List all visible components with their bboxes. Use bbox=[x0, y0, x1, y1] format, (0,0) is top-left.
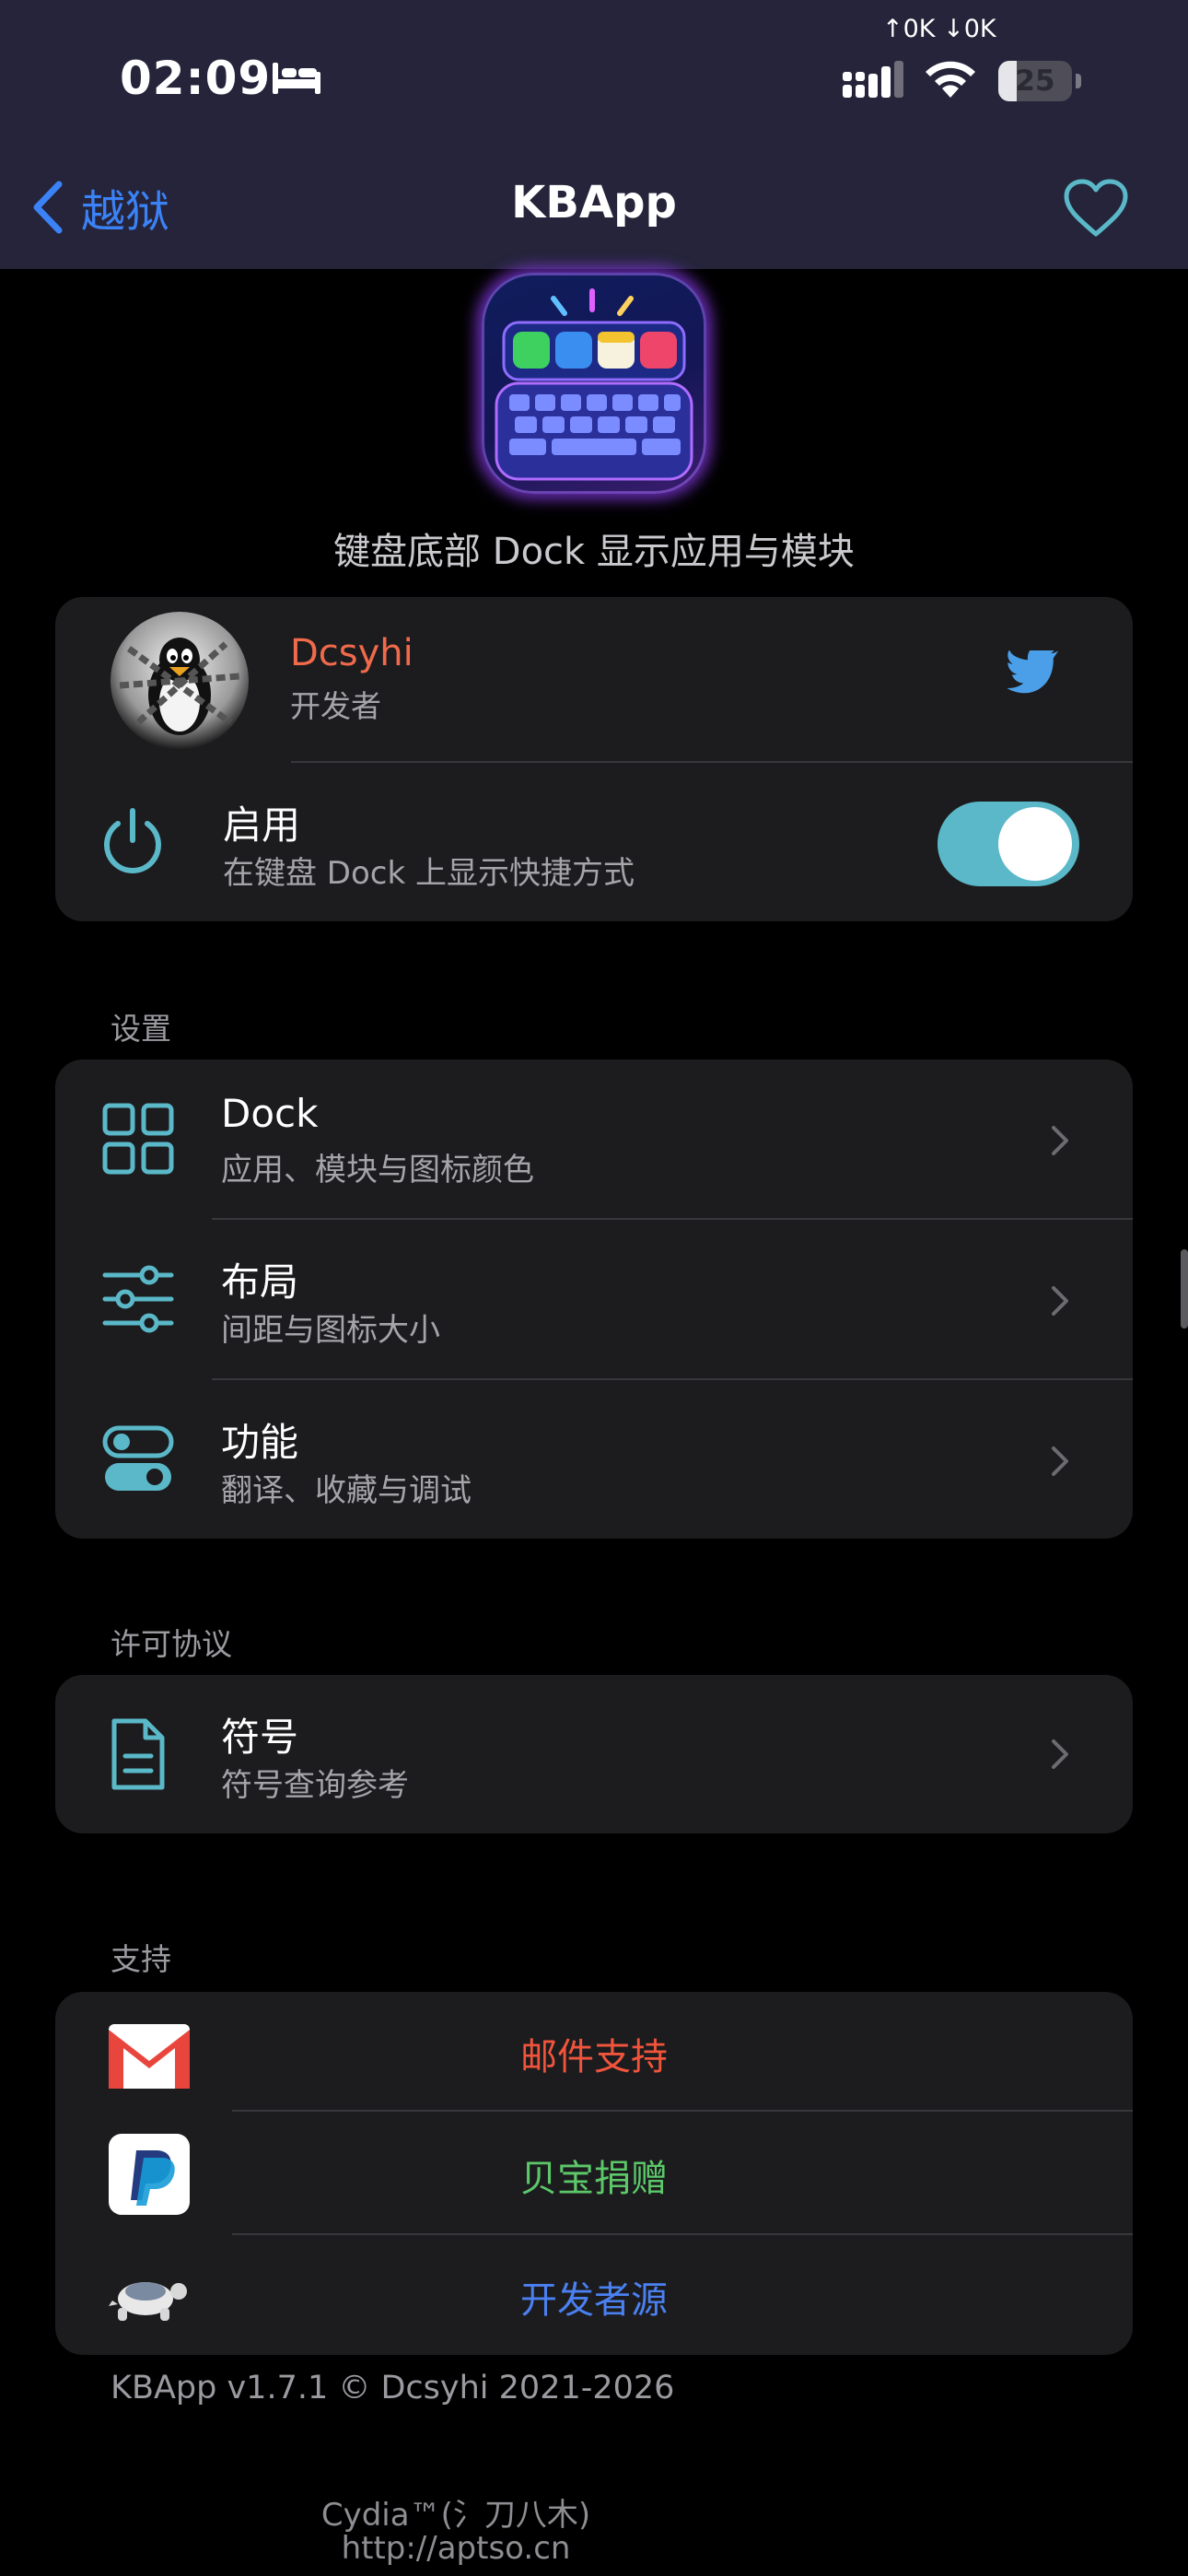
app-icon bbox=[482, 273, 706, 494]
divider bbox=[291, 761, 1133, 763]
battery-icon: 25 bbox=[998, 61, 1083, 101]
watermark-line2: http://aptso.cn bbox=[341, 2530, 571, 2567]
app-tagline: 键盘底部 Dock 显示应用与模块 bbox=[333, 531, 855, 573]
battery-percent: 25 bbox=[1015, 64, 1055, 98]
settings-row-features[interactable]: 功能 翻译、收藏与调试 bbox=[55, 1380, 1133, 1539]
penguin-avatar-icon bbox=[111, 612, 249, 750]
row-title: 功能 bbox=[221, 1420, 299, 1465]
heart-icon[interactable] bbox=[1063, 179, 1129, 238]
settings-section-header: 设置 bbox=[111, 1011, 171, 1047]
developer-name[interactable]: Dcsyhi bbox=[290, 632, 413, 674]
chevron-right-icon bbox=[1052, 1286, 1068, 1316]
wifi-icon bbox=[926, 61, 975, 98]
status-time: 02:09 bbox=[120, 52, 272, 105]
settings-row-layout[interactable]: 布局 间距与图标大小 bbox=[55, 1220, 1133, 1380]
chevron-right-icon bbox=[1052, 1446, 1068, 1476]
enable-title: 启用 bbox=[223, 802, 301, 848]
toggle-knob bbox=[998, 807, 1072, 881]
settings-row-dock[interactable]: Dock 应用、模块与图标颜色 bbox=[55, 1060, 1133, 1220]
enable-subtitle: 在键盘 Dock 上显示快捷方式 bbox=[223, 855, 635, 892]
developer-role: 开发者 bbox=[290, 688, 381, 724]
license-card: 符号 符号查询参考 bbox=[55, 1675, 1133, 1833]
row-title: 符号 bbox=[221, 1715, 299, 1760]
row-subtitle: 翻译、收藏与调试 bbox=[221, 1472, 472, 1509]
enable-toggle[interactable] bbox=[938, 802, 1079, 886]
support-section-header: 支持 bbox=[111, 1941, 171, 1977]
avatar bbox=[111, 612, 249, 750]
license-section-header: 许可协议 bbox=[111, 1626, 232, 1662]
network-speed: ↑0K ↓0K bbox=[882, 15, 996, 43]
cellular-signal-icon bbox=[843, 61, 903, 98]
row-subtitle: 间距与图标大小 bbox=[221, 1312, 440, 1349]
toggles-icon bbox=[102, 1425, 174, 1491]
support-row-repo[interactable]: 开发者源 bbox=[55, 2235, 1133, 2355]
copyright-footer: KBApp v1.7.1 © Dcsyhi 2021-2026 bbox=[111, 2370, 675, 2406]
power-icon bbox=[104, 808, 161, 873]
support-row-paypal[interactable]: 贝宝捐赠 bbox=[55, 2112, 1133, 2233]
support-card: 邮件支持 贝宝捐赠 开发者源 bbox=[55, 1992, 1133, 2355]
battery-nub bbox=[1076, 74, 1081, 88]
watermark-line1: Cydia™(氵刀八木) bbox=[320, 2497, 591, 2534]
row-subtitle: 符号查询参考 bbox=[221, 1767, 409, 1804]
keyboard-dock-icon bbox=[495, 288, 693, 481]
license-row-symbols[interactable]: 符号 符号查询参考 bbox=[55, 1675, 1133, 1833]
row-title: Dock bbox=[221, 1091, 319, 1136]
page-title: KBApp bbox=[511, 177, 677, 228]
support-label: 贝宝捐赠 bbox=[520, 2158, 668, 2200]
bed-icon bbox=[273, 63, 320, 94]
settings-card: Dock 应用、模块与图标颜色 布局 间距与图标大小 功能 翻译、收藏与调试 bbox=[55, 1060, 1133, 1539]
row-title: 布局 bbox=[221, 1259, 299, 1305]
support-label: 邮件支持 bbox=[520, 2036, 668, 2078]
support-row-mail[interactable]: 邮件支持 bbox=[55, 1992, 1133, 2110]
twitter-icon[interactable] bbox=[1006, 650, 1061, 697]
top-bar: 02:09 ↑0K ↓0K 25 越狱 KBApp bbox=[0, 0, 1188, 269]
chevron-right-icon bbox=[1052, 1126, 1068, 1155]
scroll-indicator[interactable] bbox=[1181, 1249, 1188, 1329]
chevron-right-icon bbox=[1052, 1739, 1068, 1769]
developer-card: Dcsyhi 开发者 启用 在键盘 Dock 上显示快捷方式 bbox=[55, 597, 1133, 921]
battery-body: 25 bbox=[998, 61, 1072, 101]
sliders-icon bbox=[102, 1265, 174, 1333]
document-icon bbox=[111, 1718, 165, 1790]
support-label: 开发者源 bbox=[520, 2279, 668, 2322]
grid-icon bbox=[102, 1103, 174, 1175]
row-subtitle: 应用、模块与图标颜色 bbox=[221, 1152, 534, 1188]
